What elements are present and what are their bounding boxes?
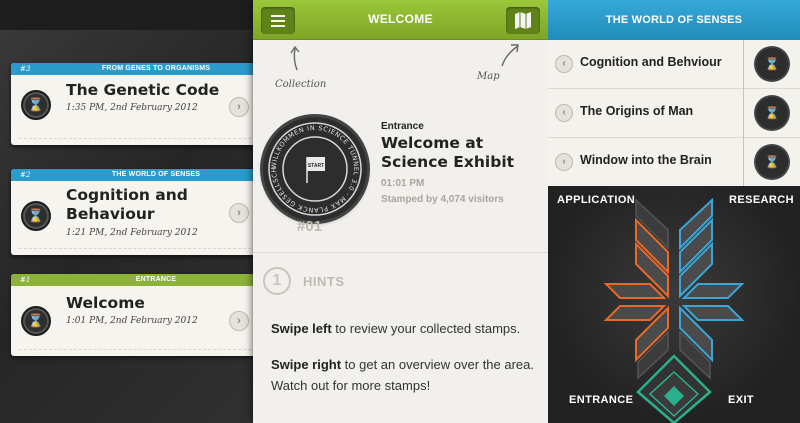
world-of-senses-panel: THE WORLD OF SENSES ‹ Cognition and Behv… <box>548 0 800 423</box>
stamp-card-cognition[interactable]: #2 THE WORLD OF SENSES ⌛ Cognition and B… <box>11 169 253 255</box>
card-number: #3 <box>20 65 31 73</box>
card-time: 1:21 PM, 2nd February 2012 <box>66 228 198 238</box>
stamp-card-welcome[interactable]: #1 ENTRANCE ⌛ Welcome 1:01 PM, 2nd Febru… <box>11 274 253 356</box>
welcome-header: WELCOME <box>253 0 548 40</box>
stamp-icon: ⌛ <box>756 146 788 178</box>
page-title: WELCOME <box>368 12 433 26</box>
stamp-icon: ⌛ <box>21 306 51 336</box>
hint-swipe-right: Swipe right to get an overview over the … <box>271 354 541 396</box>
stamp-center-text: START <box>308 163 324 169</box>
stamp-number: #01 <box>297 218 323 235</box>
arm-left <box>603 283 667 321</box>
arm-upper-left <box>635 198 669 299</box>
chevron-left-icon[interactable]: ‹ <box>555 153 573 171</box>
hint-swipe-left: Swipe left to review your collected stam… <box>271 318 541 339</box>
top-strip <box>0 0 253 30</box>
list-item-label: Window into the Brain <box>580 153 712 167</box>
collection-hint-label: Collection <box>275 79 327 90</box>
welcome-panel: WELCOME Collection Map WILLKOMMEN IN SCI… <box>253 0 548 423</box>
entry-visitors: Stamped by 4,074 visitors <box>381 194 504 205</box>
stamp-icon: ⌛ <box>21 90 51 120</box>
card-band: #3 FROM GENES TO ORGANISMS <box>11 63 253 75</box>
card-band-label: THE WORLD OF SENSES <box>111 171 201 178</box>
arm-upper-right <box>679 197 713 299</box>
card-band-label: FROM GENES TO ORGANISMS <box>101 65 211 72</box>
map-label-application[interactable]: APPLICATION <box>557 194 635 206</box>
entrance-stamp: WILLKOMMEN IN SCIENCE TUNNEL 3.0 · MAX P… <box>263 117 367 221</box>
list-item-label: The Origins of Man <box>580 104 694 118</box>
list-item-cognition[interactable]: ‹ Cognition and Behviour ⌛ <box>548 40 800 89</box>
entry-title: Welcome at Science Exhibit <box>381 134 515 171</box>
card-time: 1:35 PM, 2nd February 2012 <box>66 103 198 113</box>
hints-title: HINTS <box>303 274 345 289</box>
chevron-left-icon[interactable]: ‹ <box>555 55 573 73</box>
chevron-right-icon[interactable]: › <box>229 97 249 117</box>
stamp-icon: ⌛ <box>756 97 788 129</box>
hint-text: to review your collected stamps. <box>331 321 521 336</box>
card-number: #1 <box>20 276 31 284</box>
stamp-ring: WILLKOMMEN IN SCIENCE TUNNEL 3.0 · MAX P… <box>263 117 362 216</box>
hamburger-line <box>271 20 285 22</box>
card-band: #2 THE WORLD OF SENSES <box>11 169 253 181</box>
map-label-exit[interactable]: EXIT <box>728 394 754 406</box>
divider <box>19 349 253 350</box>
map-button[interactable] <box>506 7 540 34</box>
collected-stamps-panel: #3 FROM GENES TO ORGANISMS ⌛ The Genetic… <box>0 0 253 423</box>
stamp-card-genetic-code[interactable]: #3 FROM GENES TO ORGANISMS ⌛ The Genetic… <box>11 63 253 145</box>
area-map[interactable]: APPLICATION RESEARCH ENTRANCE EXIT <box>548 186 800 423</box>
entry-kicker: Entrance <box>381 121 424 132</box>
card-number: #2 <box>20 171 31 179</box>
menu-button[interactable] <box>261 7 295 34</box>
hamburger-line <box>271 15 285 17</box>
card-band: #1 ENTRANCE <box>11 274 253 286</box>
hint-bold: Swipe right <box>271 357 342 372</box>
margin-line <box>743 89 744 138</box>
list-item-brain[interactable]: ‹ Window into the Brain ⌛ <box>548 138 800 187</box>
card-band-label: ENTRANCE <box>135 276 177 283</box>
arm-right <box>681 283 745 321</box>
list-item-origins[interactable]: ‹ The Origins of Man ⌛ <box>548 89 800 138</box>
arrow-up-icon <box>290 45 300 71</box>
entry-time: 01:01 PM <box>381 178 425 189</box>
stamp-icon: ⌛ <box>21 201 51 231</box>
divider <box>19 138 253 139</box>
senses-header: THE WORLD OF SENSES <box>548 0 800 40</box>
margin-line <box>743 138 744 187</box>
hamburger-line <box>271 25 285 27</box>
divider <box>19 248 253 249</box>
chevron-right-icon[interactable]: › <box>229 311 249 331</box>
chevron-left-icon[interactable]: ‹ <box>555 104 573 122</box>
arrow-up-right-icon <box>501 44 519 67</box>
area-map-graphic <box>603 197 745 423</box>
stamp-icon: ⌛ <box>756 48 788 80</box>
map-label-entrance[interactable]: ENTRANCE <box>569 394 633 406</box>
map-icon <box>515 12 531 29</box>
card-title: Cognition and Behaviour <box>66 186 188 223</box>
hint-bold: Swipe left <box>271 321 332 336</box>
chevron-right-icon[interactable]: › <box>229 203 249 223</box>
card-title: The Genetic Code <box>66 81 220 99</box>
margin-line <box>743 40 744 89</box>
map-hint-label: Map <box>477 71 500 82</box>
map-label-research[interactable]: RESEARCH <box>729 194 794 206</box>
divider <box>253 252 548 253</box>
list-item-label: Cognition and Behviour <box>580 55 722 69</box>
hints-number-badge: 1 <box>263 267 291 295</box>
card-title: Welcome <box>66 294 145 312</box>
card-time: 1:01 PM, 2nd February 2012 <box>66 316 198 326</box>
